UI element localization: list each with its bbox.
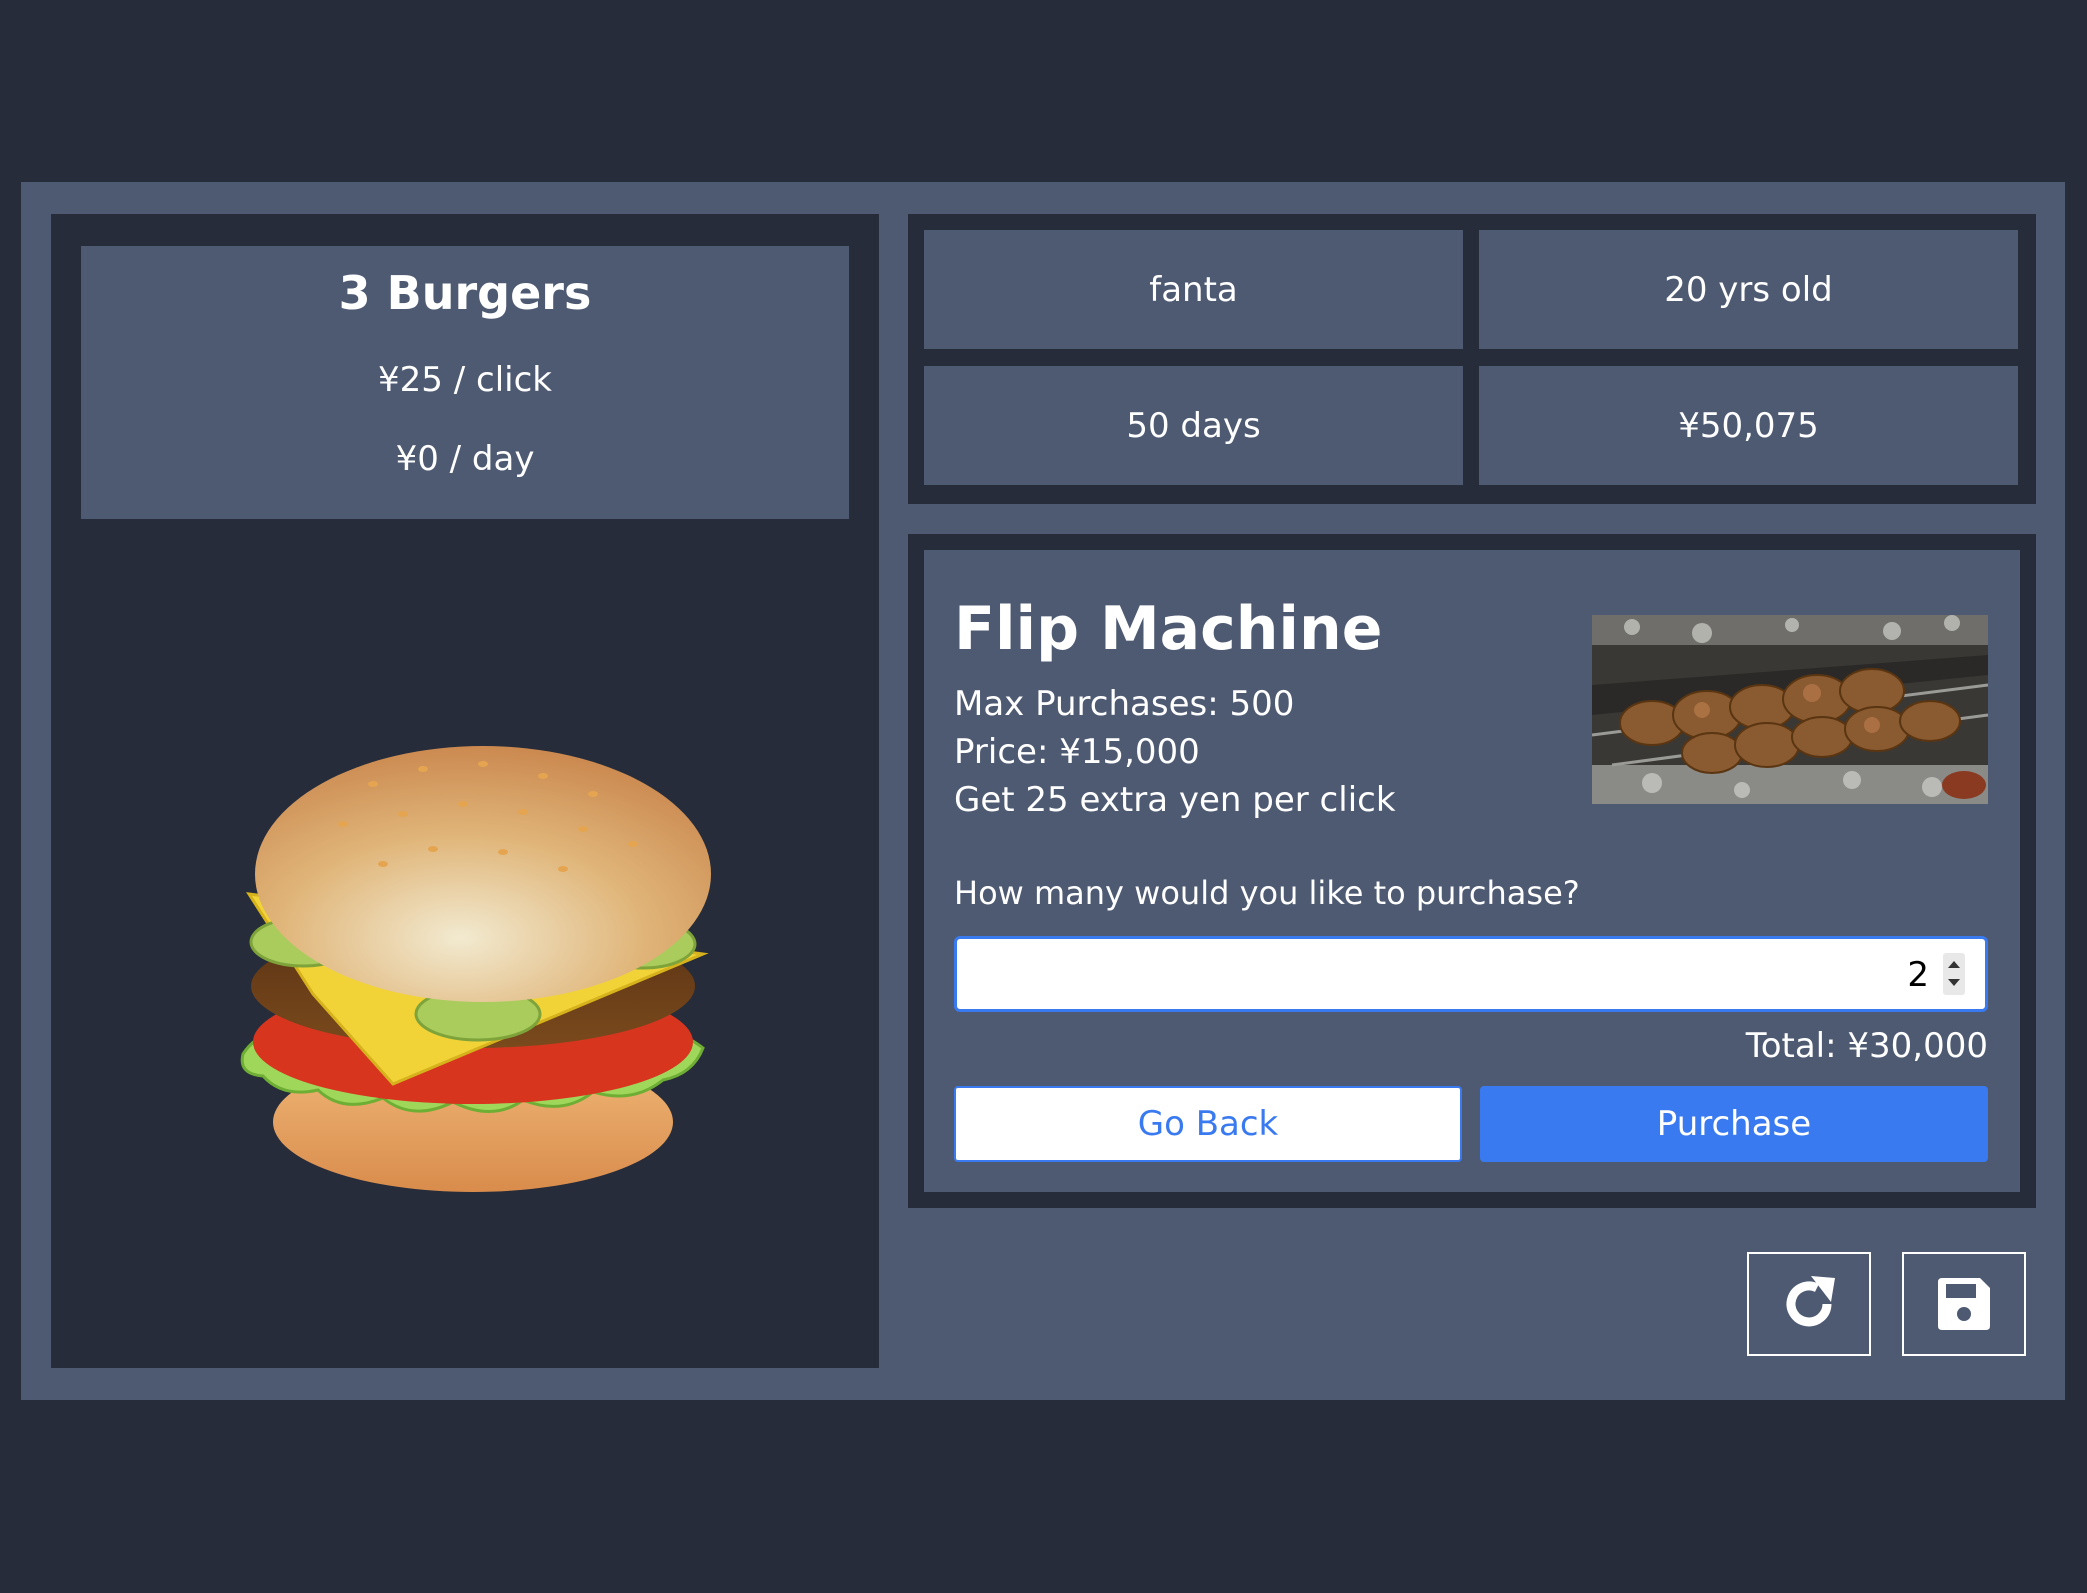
redo-icon: [1786, 1276, 1835, 1327]
app-frame: 3 Burgers ¥25 / click ¥0 / day fanta 20 …: [21, 182, 2065, 1400]
burger-count: 3 Burgers: [338, 266, 592, 320]
user-name: fanta: [924, 230, 1463, 349]
burger-panel: 3 Burgers ¥25 / click ¥0 / day: [51, 214, 879, 1368]
item-image: [1592, 615, 1988, 804]
reset-button[interactable]: [1747, 1252, 1871, 1356]
quantity-input[interactable]: [967, 947, 1931, 1003]
save-button[interactable]: [1902, 1252, 2026, 1356]
stepper-up-icon[interactable]: [1948, 961, 1960, 968]
yen-per-day: ¥0 / day: [395, 439, 535, 479]
stepper-down-icon[interactable]: [1948, 979, 1960, 986]
burger-click-button[interactable]: [223, 724, 723, 1204]
item-max-purchases: Max Purchases: 500: [954, 684, 1295, 724]
burger-icon: [240, 746, 711, 1192]
burger-stats-box: 3 Burgers ¥25 / click ¥0 / day: [81, 246, 849, 519]
user-info-panel: fanta 20 yrs old 50 days ¥50,075: [908, 214, 2036, 504]
grilled-skewers-image: [1592, 615, 1988, 804]
yen-per-click: ¥25 / click: [378, 360, 552, 400]
quantity-field: [954, 936, 1988, 1012]
purchase-total: Total: ¥30,000: [1745, 1026, 1988, 1066]
item-title: Flip Machine: [954, 594, 1383, 664]
purchase-card: Flip Machine Max Purchases: 500 Price: ¥…: [924, 550, 2020, 1192]
item-price: Price: ¥15,000: [954, 732, 1200, 772]
floppy-disk-icon: [1938, 1278, 1990, 1330]
user-money: ¥50,075: [1479, 366, 2018, 485]
purchase-question: How many would you like to purchase?: [954, 874, 1580, 912]
quantity-stepper[interactable]: [1943, 953, 1965, 995]
go-back-button[interactable]: Go Back: [954, 1086, 1462, 1162]
user-age: 20 yrs old: [1479, 230, 2018, 349]
purchase-button[interactable]: Purchase: [1480, 1086, 1988, 1162]
item-description: Get 25 extra yen per click: [954, 780, 1396, 820]
purchase-panel: Flip Machine Max Purchases: 500 Price: ¥…: [908, 534, 2036, 1208]
days-elapsed: 50 days: [924, 366, 1463, 485]
